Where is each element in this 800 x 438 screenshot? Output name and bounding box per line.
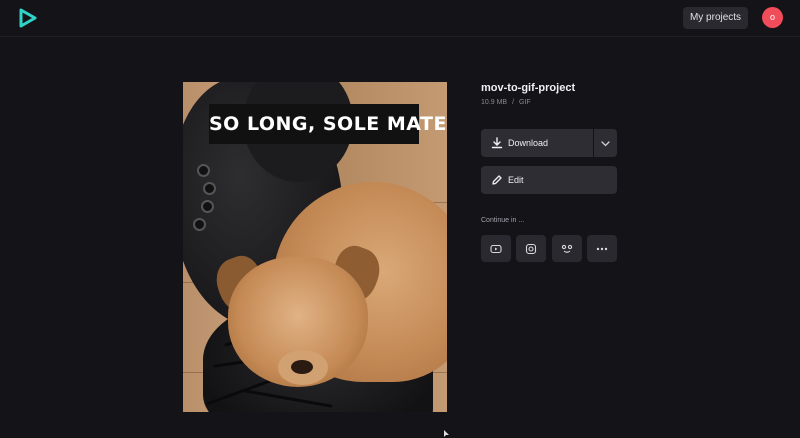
share-icon — [561, 244, 573, 253]
youtube-button[interactable] — [481, 235, 511, 262]
download-button[interactable]: Download — [481, 129, 593, 157]
puppy-nose — [291, 360, 313, 374]
instagram-button[interactable] — [516, 235, 546, 262]
edit-button[interactable]: Edit — [481, 166, 617, 194]
download-label: Download — [508, 138, 549, 148]
share-button[interactable] — [552, 235, 582, 262]
pencil-icon — [492, 175, 502, 185]
more-icon — [596, 247, 608, 251]
play-logo-icon[interactable] — [18, 8, 38, 28]
eyelet — [203, 182, 216, 195]
eyelet — [201, 200, 214, 213]
instagram-icon — [525, 243, 537, 255]
continue-in-label: Continue in ... — [481, 217, 525, 224]
top-bar: My projects o — [0, 0, 800, 37]
edit-label: Edit — [508, 175, 524, 185]
file-format: GIF — [519, 99, 531, 106]
my-projects-button[interactable]: My projects — [683, 7, 748, 29]
youtube-icon — [490, 244, 502, 254]
chevron-down-icon — [601, 141, 610, 147]
download-icon — [491, 137, 503, 149]
avatar[interactable]: o — [762, 7, 783, 28]
meta-separator: / — [512, 99, 515, 106]
gif-preview: SO LONG, SOLE MATE! — [183, 82, 447, 412]
mouse-cursor-icon — [444, 430, 449, 437]
gif-caption: SO LONG, SOLE MATE! — [209, 104, 447, 144]
project-meta: 10.9 MB / GIF — [481, 99, 531, 106]
file-size: 10.9 MB — [481, 99, 508, 106]
eyelet — [197, 164, 210, 177]
more-options-button[interactable] — [587, 235, 617, 262]
eyelet — [193, 218, 206, 231]
download-options-button[interactable] — [594, 129, 617, 157]
project-title: mov-to-gif-project — [481, 82, 576, 94]
